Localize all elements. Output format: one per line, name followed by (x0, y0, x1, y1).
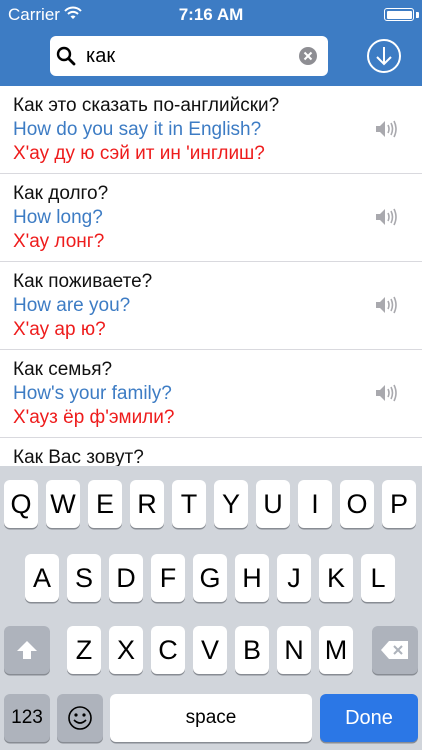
key-a[interactable]: A (25, 554, 59, 602)
emoji-icon (68, 706, 92, 730)
done-key[interactable]: Done (320, 694, 418, 742)
phrase-transliteration: Х'ау ар ю? (13, 319, 106, 340)
key-q[interactable]: Q (4, 480, 38, 528)
key-y[interactable]: Y (214, 480, 248, 528)
key-e[interactable]: E (88, 480, 122, 528)
key-u[interactable]: U (256, 480, 290, 528)
list-item[interactable]: Как семья? How's your family? Х'ауз ёр ф… (0, 350, 422, 438)
key-x[interactable]: X (109, 626, 143, 674)
battery-icon (384, 8, 414, 21)
key-o[interactable]: O (340, 480, 374, 528)
phrase-transliteration: Х'ауз ёр ф'эмили? (13, 407, 175, 428)
phrase-list: Как это сказать по-английски? How do you… (0, 86, 422, 466)
phrase-russian: Как Вас зовут? (13, 447, 144, 466)
phrase-russian: Как поживаете? (13, 271, 153, 292)
list-item[interactable]: Как это сказать по-английски? How do you… (0, 86, 422, 174)
key-f[interactable]: F (151, 554, 185, 602)
phrase-russian: Как семья? (13, 359, 113, 380)
key-z[interactable]: Z (67, 626, 101, 674)
phrase-russian: Как долго? (13, 183, 109, 204)
phrase-english: How's your family? (13, 383, 172, 404)
phrase-english: How long? (13, 207, 103, 228)
list-item[interactable]: Как поживаете? How are you? Х'ау ар ю? (0, 262, 422, 350)
app-header: Carrier 7:16 AM (0, 0, 422, 86)
phrase-russian: Как это сказать по-английски? (13, 95, 280, 116)
phrase-english: How do you say it in English? (13, 119, 262, 140)
phrase-transliteration: Х'ау ду ю сэй ит ин 'инглиш? (13, 143, 265, 164)
key-v[interactable]: V (193, 626, 227, 674)
shift-icon (17, 641, 37, 659)
key-p[interactable]: P (382, 480, 416, 528)
status-time: 7:16 AM (178, 5, 244, 24)
key-k[interactable]: K (319, 554, 353, 602)
key-n[interactable]: N (277, 626, 311, 674)
key-c[interactable]: C (151, 626, 185, 674)
key-t[interactable]: T (172, 480, 206, 528)
key-w[interactable]: W (46, 480, 80, 528)
key-b[interactable]: B (235, 626, 269, 674)
clear-icon[interactable] (298, 46, 318, 66)
search-field[interactable] (50, 36, 328, 76)
key-m[interactable]: M (319, 626, 353, 674)
key-g[interactable]: G (193, 554, 227, 602)
search-input[interactable] (86, 42, 286, 70)
list-item[interactable]: Как Вас зовут? (0, 438, 422, 466)
speaker-icon[interactable] (374, 295, 398, 315)
battery-tip (416, 12, 419, 18)
numbers-key[interactable]: 123 (4, 694, 50, 742)
backspace-key[interactable] (372, 626, 418, 674)
list-item[interactable]: Как долго? How long? Х'ау лонг? (0, 174, 422, 262)
key-r[interactable]: R (130, 480, 164, 528)
shift-key[interactable] (4, 626, 50, 674)
keyboard: Q W E R T Y U I O P A S D F G H J K L Z … (0, 466, 422, 750)
key-l[interactable]: L (361, 554, 395, 602)
phrase-english: How are you? (13, 295, 131, 316)
key-i[interactable]: I (298, 480, 332, 528)
key-s[interactable]: S (67, 554, 101, 602)
space-key[interactable]: space (110, 694, 312, 742)
key-j[interactable]: J (277, 554, 311, 602)
backspace-icon (381, 641, 408, 659)
search-icon (56, 46, 76, 66)
speaker-icon[interactable] (374, 383, 398, 403)
speaker-icon[interactable] (374, 207, 398, 227)
phrase-transliteration: Х'ау лонг? (13, 231, 105, 252)
key-h[interactable]: H (235, 554, 269, 602)
key-d[interactable]: D (109, 554, 143, 602)
emoji-key[interactable] (57, 694, 103, 742)
speaker-icon[interactable] (374, 119, 398, 139)
download-button[interactable] (366, 38, 402, 74)
status-bar: Carrier 7:16 AM (0, 0, 422, 28)
